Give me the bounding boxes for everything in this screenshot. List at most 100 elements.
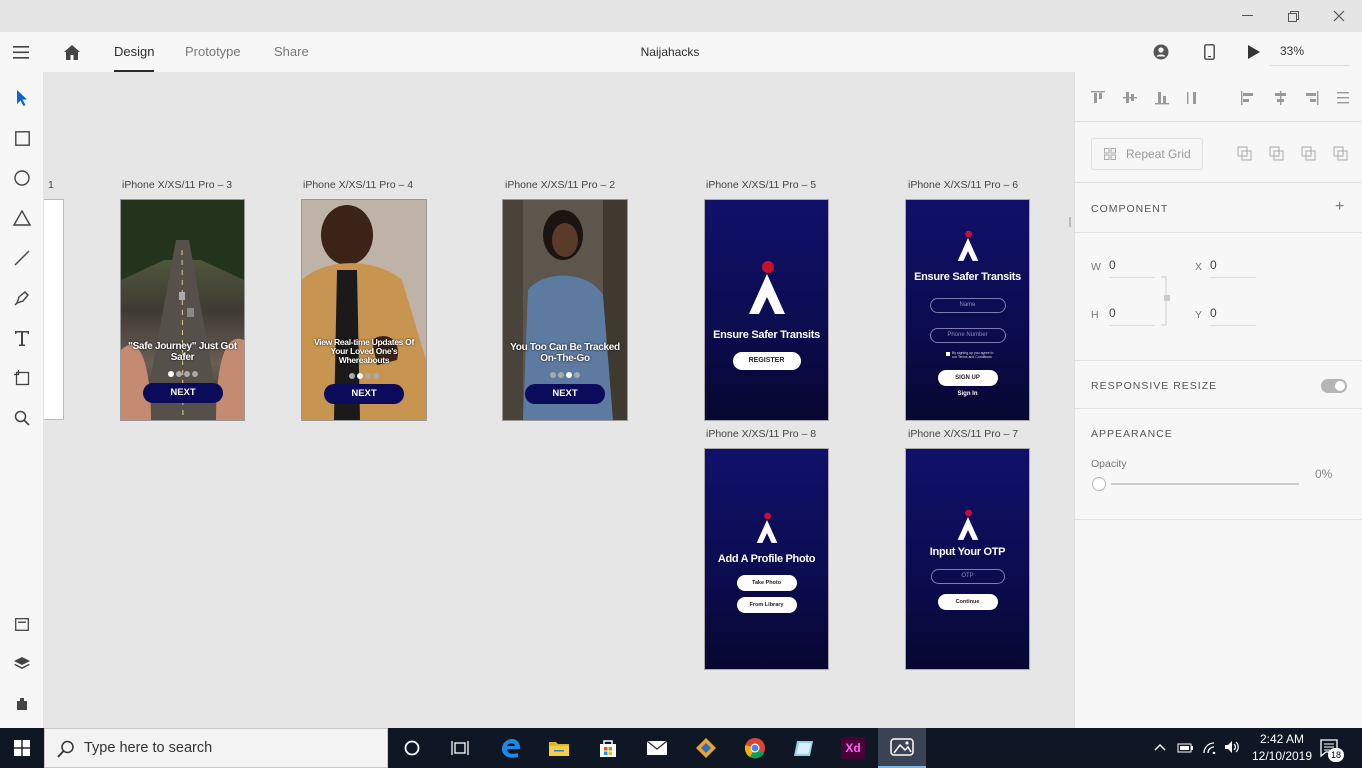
battery-icon[interactable] xyxy=(1176,741,1194,759)
artboard-icon[interactable] xyxy=(8,364,36,392)
close-icon[interactable] xyxy=(1316,0,1362,32)
hamburger-menu-icon[interactable] xyxy=(8,32,34,72)
repeat-grid-button[interactable]: Repeat Grid xyxy=(1091,138,1203,170)
line-icon[interactable] xyxy=(8,244,36,272)
align-tools xyxy=(1091,91,1349,105)
divider xyxy=(1075,121,1362,122)
artboard-label[interactable]: iPhone X/XS/11 Pro – 4 xyxy=(303,179,413,191)
opacity-slider-handle[interactable] xyxy=(1092,477,1106,491)
continue-button[interactable]: Continue xyxy=(937,594,998,610)
zoom-icon[interactable] xyxy=(8,404,36,432)
artboard-label[interactable]: iPhone X/XS/11 Pro – 8 xyxy=(706,428,816,440)
take-photo-button[interactable]: Take Photo xyxy=(736,575,797,591)
artboard-profile-photo[interactable]: Add A Profile Photo Take Photo From Libr… xyxy=(705,449,828,669)
artboard-label[interactable]: iPhone X/XS/11 Pro – 7 xyxy=(908,428,1018,440)
adobe-xd-icon[interactable]: Xd xyxy=(829,728,877,768)
name-field[interactable]: Name xyxy=(929,298,1006,313)
artboard-label[interactable]: iPhone X/XS/11 Pro – 6 xyxy=(908,179,1018,191)
from-library-button[interactable]: From Library xyxy=(736,597,797,613)
artboard-partial[interactable] xyxy=(44,199,64,420)
next-button[interactable]: NEXT xyxy=(525,384,605,404)
assets-icon[interactable] xyxy=(8,610,36,638)
x-input[interactable]: 0 xyxy=(1210,258,1256,278)
chrome-icon[interactable] xyxy=(731,728,779,768)
search-icon xyxy=(57,740,74,758)
artboard-welcome[interactable]: Ensure Safer Transits REGISTER xyxy=(705,200,828,420)
artboard-signup[interactable]: Ensure Safer Transits Name Phone Number … xyxy=(906,200,1029,420)
tab-design[interactable]: Design xyxy=(114,32,155,72)
onboarding-caption: You Too Can Be Tracked On-The-Go xyxy=(510,342,620,364)
tab-share[interactable]: Share xyxy=(274,32,309,72)
responsive-resize-toggle[interactable] xyxy=(1321,379,1347,393)
sign-in-link[interactable]: Sign In xyxy=(906,391,1029,397)
artboard-onboarding-3[interactable]: "Safe Journey" Just Got Safer NEXT xyxy=(121,200,244,420)
artboard-label[interactable]: iPhone X/XS/11 Pro – 3 xyxy=(122,179,232,191)
next-button[interactable]: NEXT xyxy=(143,383,223,403)
artboard-label[interactable]: iPhone X/XS/11 Pro – 2 xyxy=(505,179,615,191)
design-canvas[interactable]: 1 iPhone X/XS/11 Pro – 3 "Safe Journey" … xyxy=(44,72,1074,728)
mail-icon[interactable] xyxy=(633,728,681,768)
otp-field[interactable]: OTP xyxy=(930,569,1005,584)
taskbar-search[interactable]: Type here to search xyxy=(44,728,388,768)
divider xyxy=(1075,232,1362,233)
opacity-value[interactable]: 0% xyxy=(1315,467,1332,481)
zoom-level[interactable]: 33% xyxy=(1270,38,1350,66)
git-icon[interactable] xyxy=(682,728,730,768)
artboard-otp[interactable]: Input Your OTP OTP Continue xyxy=(906,449,1029,669)
add-component-icon[interactable]: + xyxy=(1335,198,1344,216)
clock-date[interactable]: 12/10/2019 xyxy=(1248,749,1316,763)
artboard-title: Ensure Safer Transits xyxy=(914,271,1021,283)
tab-prototype[interactable]: Prototype xyxy=(185,32,241,72)
polygon-icon[interactable] xyxy=(8,204,36,232)
device-preview-icon[interactable] xyxy=(1198,32,1220,72)
text-icon[interactable] xyxy=(8,324,36,352)
task-view-icon[interactable] xyxy=(436,728,484,768)
store-icon[interactable] xyxy=(584,728,632,768)
artboard-label[interactable]: 1 xyxy=(48,179,54,191)
boolean-ops xyxy=(1237,146,1348,161)
volume-icon[interactable] xyxy=(1224,740,1242,759)
edge-icon[interactable] xyxy=(486,728,534,768)
repeat-grid-label: Repeat Grid xyxy=(1126,147,1191,161)
width-input[interactable]: 0 xyxy=(1109,258,1155,278)
select-icon[interactable] xyxy=(8,84,36,112)
phone-field[interactable]: Phone Number xyxy=(929,328,1006,343)
y-input[interactable]: 0 xyxy=(1210,306,1256,326)
layers-icon[interactable] xyxy=(8,650,36,678)
opacity-slider[interactable] xyxy=(1111,483,1299,485)
sign-up-button[interactable]: SIGN UP xyxy=(937,370,998,386)
page-indicator xyxy=(503,372,627,378)
artboard-onboarding-4[interactable]: View Real-time Updates Of Your Loved One… xyxy=(302,200,426,420)
show-hidden-icons[interactable] xyxy=(1154,740,1166,754)
wifi-icon[interactable] xyxy=(1201,740,1219,759)
register-button[interactable]: REGISTER xyxy=(732,352,801,370)
artboard-label[interactable]: iPhone X/XS/11 Pro – 5 xyxy=(706,179,816,191)
lock-aspect-icon[interactable] xyxy=(1161,275,1171,327)
invite-user-icon[interactable] xyxy=(1150,32,1172,72)
plugins-icon[interactable] xyxy=(8,690,36,718)
minimize-icon[interactable] xyxy=(1224,0,1270,32)
terms-checkbox[interactable] xyxy=(946,352,950,356)
home-icon[interactable] xyxy=(60,32,84,72)
play-preview-icon[interactable] xyxy=(1243,32,1265,72)
cortana-icon[interactable] xyxy=(388,728,436,768)
clock-time[interactable]: 2:42 AM xyxy=(1254,732,1310,746)
document-title: Naijahacks xyxy=(640,45,700,59)
windows-start-icon[interactable] xyxy=(0,728,44,768)
rectangle-icon[interactable] xyxy=(8,124,36,152)
windows-taskbar: Type here to search Xd 2:42 AM 12/10/201… xyxy=(0,728,1362,768)
terms-text: By signing up you agree to our Terms and… xyxy=(952,351,994,359)
file-explorer-icon[interactable] xyxy=(535,728,583,768)
onboarding-caption: "Safe Journey" Just Got Safer xyxy=(128,341,237,363)
photos-icon[interactable] xyxy=(878,728,926,768)
artboard-onboarding-2[interactable]: You Too Can Be Tracked On-The-Go NEXT xyxy=(503,200,627,420)
restore-icon[interactable] xyxy=(1270,0,1316,32)
ellipse-icon[interactable] xyxy=(8,164,36,192)
canvas-edge-marker xyxy=(1067,217,1071,227)
notification-badge: 18 xyxy=(1328,748,1344,762)
notes-icon[interactable] xyxy=(780,728,828,768)
pen-icon[interactable] xyxy=(8,284,36,312)
app-logo-icon xyxy=(748,261,785,314)
next-button[interactable]: NEXT xyxy=(324,384,404,404)
height-input[interactable]: 0 xyxy=(1109,306,1155,326)
